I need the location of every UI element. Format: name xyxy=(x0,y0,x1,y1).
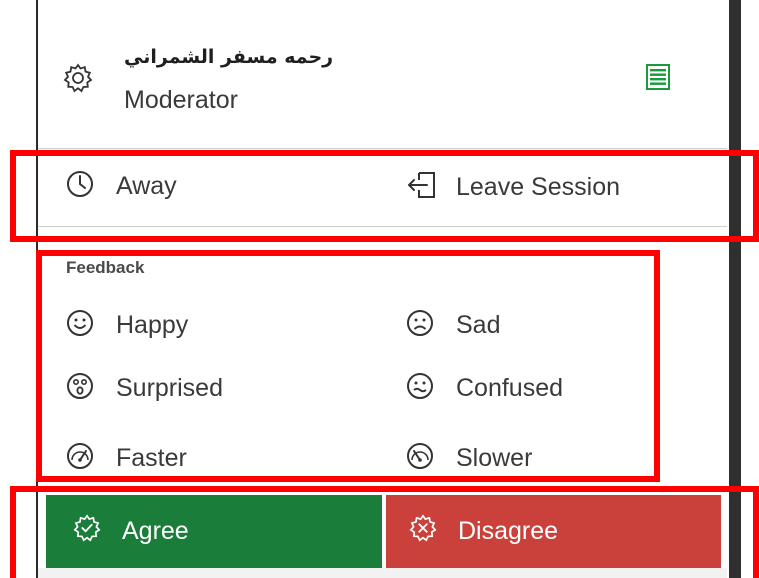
agree-label: Agree xyxy=(122,517,189,545)
page-background xyxy=(741,0,759,578)
disagree-button[interactable]: Disagree xyxy=(386,495,721,568)
feedback-label: Faster xyxy=(116,444,187,472)
confused-face-icon xyxy=(406,372,434,405)
slower-gauge-icon xyxy=(406,442,434,475)
leave-session-label: Leave Session xyxy=(456,173,621,201)
divider xyxy=(38,226,727,227)
bottom-strip xyxy=(38,568,727,578)
agree-badge-icon xyxy=(72,513,102,550)
feedback-label: Confused xyxy=(456,374,564,402)
exit-icon xyxy=(406,170,438,205)
feedback-label: Slower xyxy=(456,444,533,472)
user-name: رحمه مسفر الشمراني xyxy=(124,46,334,68)
list-icon[interactable] xyxy=(646,64,670,90)
away-button[interactable]: Away xyxy=(66,170,177,203)
user-role: Moderator xyxy=(124,86,238,114)
feedback-heading: Feedback xyxy=(66,258,145,277)
surprised-face-icon xyxy=(66,372,94,405)
clock-icon xyxy=(66,170,94,203)
feedback-faster[interactable]: Faster xyxy=(66,442,187,475)
sad-face-icon xyxy=(406,309,434,342)
disagree-badge-icon xyxy=(408,513,438,550)
feedback-slower[interactable]: Slower xyxy=(406,442,532,475)
settings-gear-icon[interactable] xyxy=(62,62,94,94)
panel-edge-bar xyxy=(727,0,741,578)
feedback-label: Sad xyxy=(456,311,501,339)
feedback-surprised[interactable]: Surprised xyxy=(66,372,223,405)
agree-button[interactable]: Agree xyxy=(46,495,382,568)
feedback-label: Surprised xyxy=(116,374,223,402)
faster-gauge-icon xyxy=(66,442,94,475)
disagree-label: Disagree xyxy=(458,517,559,545)
divider xyxy=(38,148,727,149)
feedback-confused[interactable]: Confused xyxy=(406,372,563,405)
feedback-label: Happy xyxy=(116,311,189,339)
leave-session-button[interactable]: Leave Session xyxy=(406,170,620,205)
session-menu-panel: رحمه مسفر الشمراني Moderator Away Leave … xyxy=(36,0,729,578)
happy-face-icon xyxy=(66,309,94,342)
feedback-happy[interactable]: Happy xyxy=(66,309,188,342)
feedback-sad[interactable]: Sad xyxy=(406,309,500,342)
away-label: Away xyxy=(116,172,177,200)
